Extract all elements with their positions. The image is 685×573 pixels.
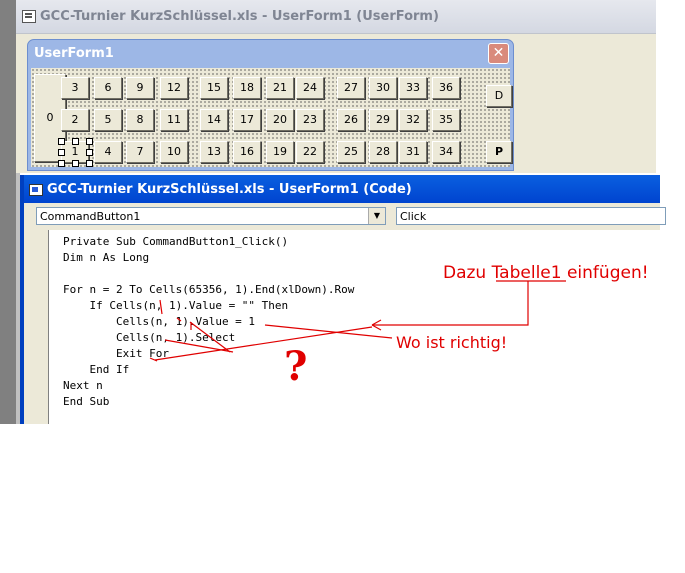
tick-mark-1 xyxy=(159,299,163,315)
tick-mark-3 xyxy=(176,317,182,322)
annotation-question-mark: ? xyxy=(284,343,308,390)
annotation-where: Wo ist richtig! xyxy=(396,333,508,352)
pointer-line-2 xyxy=(264,324,393,339)
annotation-overlay xyxy=(149,280,566,362)
connector-line xyxy=(372,281,529,326)
annotation-insert-table: Dazu Tabelle1 einfügen! xyxy=(443,263,649,283)
